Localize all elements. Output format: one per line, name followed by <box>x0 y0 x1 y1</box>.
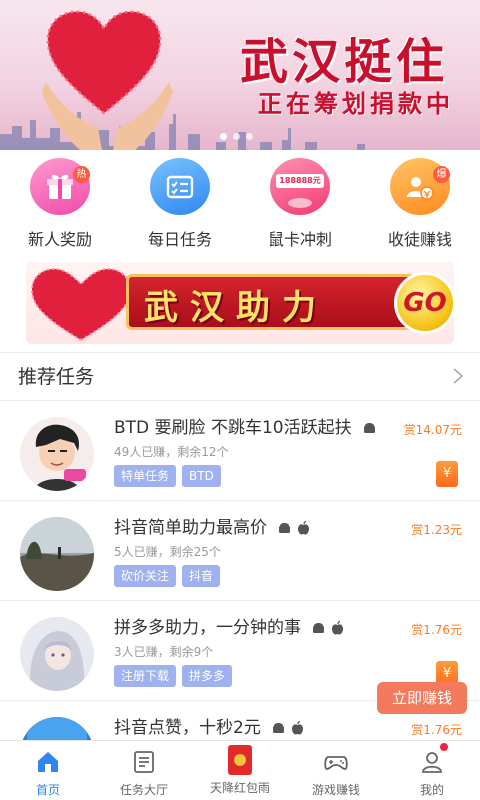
task-title-text: 抖音简单助力最高价 <box>114 518 267 538</box>
carousel-dot[interactable] <box>233 133 240 140</box>
task-tag: 砍价关注 <box>114 565 177 587</box>
task-avatar <box>20 517 94 591</box>
carousel-dot[interactable] <box>220 133 227 140</box>
task-tags: 特单任务 BTD <box>114 465 221 487</box>
top-banner[interactable]: 武汉挺住 正在筹划捐款中 <box>0 0 480 150</box>
hands-image <box>42 82 173 150</box>
quick-item-newbie-reward[interactable]: 热 新人奖励 <box>0 158 120 250</box>
carousel-dots <box>220 133 253 140</box>
android-icon <box>273 723 285 733</box>
android-icon <box>313 623 325 633</box>
users-coin-icon: 爆 <box>390 158 450 215</box>
apple-icon <box>292 721 304 735</box>
quick-item-card-sprint[interactable]: 188888元 鼠卡冲刺 <box>240 158 360 250</box>
banner-subtitle: 正在筹划捐款中 <box>258 89 454 118</box>
task-tag: BTD <box>182 465 221 487</box>
hot-badge: 热 <box>73 166 90 183</box>
task-title: 抖音简单助力最高价 <box>114 513 310 538</box>
earn-now-button[interactable]: 立即赚钱 <box>377 682 467 714</box>
task-title: 抖音点赞，十秒2元 <box>114 713 304 738</box>
nav-red-packet-rain[interactable]: 天降红包雨 <box>192 741 288 800</box>
quick-menu: 热 新人奖励 每日任务 188888元 鼠卡冲刺 爆 收徒赚钱 <box>0 158 480 250</box>
bottom-nav: 首页 任务大厅 天降红包雨 游戏赚钱 我的 <box>0 740 480 800</box>
task-title-text: 拼多多助力，一分钟的事 <box>114 618 301 638</box>
nav-home[interactable]: 首页 <box>0 741 96 800</box>
go-button[interactable]: GO <box>394 272 454 334</box>
quick-item-invite-earn[interactable]: 爆 收徒赚钱 <box>360 158 480 250</box>
task-tag: 特单任务 <box>114 465 177 487</box>
promo-title: 武汉助力 <box>144 288 328 328</box>
nav-label: 首页 <box>35 783 60 797</box>
task-title-text: BTD 要刷脸 不跳车10活跃起扶 <box>114 418 352 438</box>
notification-dot <box>440 743 448 751</box>
task-meta: 3人已赚，剩余9个 <box>114 645 214 659</box>
nav-label: 游戏赚钱 <box>311 783 360 797</box>
quick-item-daily-task[interactable]: 每日任务 <box>120 158 240 250</box>
quick-item-label: 每日任务 <box>147 230 212 249</box>
task-avatar <box>20 417 94 491</box>
user-icon <box>422 752 442 773</box>
task-list-icon <box>134 751 154 773</box>
banner-title: 武汉挺住 <box>240 34 449 90</box>
task-tag: 注册下载 <box>114 665 177 687</box>
nav-label: 天降红包雨 <box>209 781 270 795</box>
prize-card-text: 188888元 <box>276 174 324 188</box>
gamepad-icon <box>324 756 348 770</box>
nav-task-hall[interactable]: 任务大厅 <box>96 741 192 800</box>
task-meta: 5人已赚，剩余25个 <box>114 545 221 559</box>
task-avatar <box>20 617 94 691</box>
quick-item-label: 新人奖励 <box>27 230 92 249</box>
chevron-right-icon[interactable] <box>452 367 464 385</box>
task-title: 拼多多助力，一分钟的事 <box>114 613 344 638</box>
checklist-icon <box>150 158 210 215</box>
carousel-dot[interactable] <box>246 133 253 140</box>
prize-card-icon: 188888元 <box>270 158 330 215</box>
task-tag: 拼多多 <box>182 665 233 687</box>
red-packet-icon <box>228 745 252 775</box>
task-reward: 赏14.07元 <box>403 423 462 437</box>
nav-label: 我的 <box>419 783 444 797</box>
nav-profile[interactable]: 我的 <box>384 741 480 800</box>
apple-icon <box>298 521 310 535</box>
nav-game-earn[interactable]: 游戏赚钱 <box>288 741 384 800</box>
task-item[interactable]: BTD 要刷脸 不跳车10活跃起扶 赏14.07元 49人已赚，剩余12个 特单… <box>0 401 480 501</box>
quick-item-label: 收徒赚钱 <box>387 230 452 249</box>
nav-label: 任务大厅 <box>119 783 168 797</box>
home-icon <box>38 752 58 772</box>
task-tag: 抖音 <box>182 565 221 587</box>
task-reward: 赏1.76元 <box>411 723 462 737</box>
task-meta: 49人已赚，剩余12个 <box>114 445 229 459</box>
hearts-image <box>30 267 132 342</box>
quick-item-label: 鼠卡冲刺 <box>267 230 332 249</box>
android-icon <box>363 423 375 433</box>
task-tags: 砍价关注 抖音 <box>114 565 221 587</box>
task-title: BTD 要刷脸 不跳车10活跃起扶 <box>114 413 376 438</box>
promo-banner[interactable]: 武汉助力 GO <box>26 262 454 344</box>
task-tags: 注册下载 拼多多 <box>114 665 233 687</box>
coupon-icon[interactable]: ¥ <box>436 461 458 487</box>
hot-badge: 爆 <box>433 166 450 183</box>
task-reward: 赏1.23元 <box>411 523 462 537</box>
apple-icon <box>332 621 344 635</box>
gift-icon: 热 <box>30 158 90 215</box>
section-title: 推荐任务 <box>18 366 95 388</box>
task-item[interactable]: 抖音简单助力最高价 赏1.23元 5人已赚，剩余25个 砍价关注 抖音 <box>0 501 480 601</box>
divider <box>0 352 480 353</box>
task-title-text: 抖音点赞，十秒2元 <box>114 718 261 738</box>
android-icon <box>279 523 291 533</box>
task-reward: 赏1.76元 <box>411 623 462 637</box>
task-avatar <box>20 717 94 740</box>
